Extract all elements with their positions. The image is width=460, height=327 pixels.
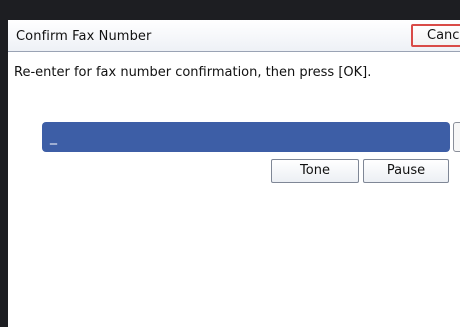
left-frame — [0, 0, 8, 327]
instruction-text: Re-enter for fax number confirmation, th… — [14, 65, 372, 80]
side-key-button[interactable] — [453, 122, 460, 152]
title-bar: Confirm Fax Number Cancel — [8, 20, 460, 52]
page-title: Confirm Fax Number — [16, 29, 152, 44]
tone-button[interactable]: Tone — [271, 159, 359, 183]
top-frame — [0, 0, 460, 20]
pause-button[interactable]: Pause — [363, 159, 449, 183]
fax-number-input[interactable]: _ — [42, 122, 450, 152]
content-area: Re-enter for fax number confirmation, th… — [8, 52, 460, 327]
fax-confirm-screen: Confirm Fax Number Cancel Re-enter for f… — [0, 0, 460, 327]
cancel-button[interactable]: Cancel — [411, 24, 460, 47]
